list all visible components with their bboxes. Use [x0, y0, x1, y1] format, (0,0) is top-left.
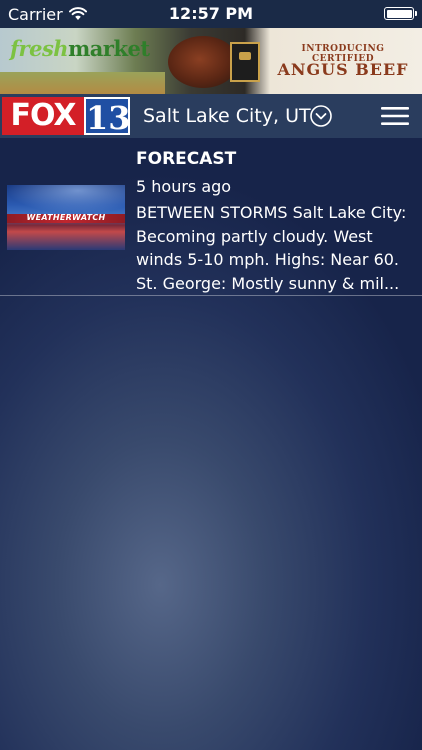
ad-product-text: ANGUS BEEF	[277, 60, 409, 79]
logo-number: 13	[84, 97, 131, 137]
chevron-down-circle-icon[interactable]	[310, 105, 332, 127]
feed-item-time: 5 hours ago	[136, 177, 232, 196]
status-time: 12:57 PM	[168, 4, 254, 23]
thumbnail-label: WEATHERWATCH	[26, 213, 106, 222]
battery-icon	[384, 7, 417, 20]
ad-steak-image	[168, 36, 238, 88]
app-header: FOX 13 Salt Lake City, UT	[0, 94, 422, 138]
ad-brand-logo: freshmarket	[10, 36, 150, 61]
ad-farm-field	[0, 72, 165, 94]
ad-banner[interactable]: freshmarket INTRODUCING CERTIFIED ANGUS …	[0, 28, 422, 94]
feed-item[interactable]: WEATHERWATCH FORECAST 5 hours ago BETWEE…	[0, 138, 422, 296]
battery-level	[386, 9, 412, 18]
status-bar: Carrier 12:57 PM	[0, 0, 422, 28]
ad-certified-badge	[230, 42, 260, 82]
forecast-thumbnail: WEATHERWATCH	[7, 185, 125, 250]
thumbnail-sky	[7, 185, 125, 213]
feed-item-body: BETWEEN STORMS Salt Lake City: Becoming …	[136, 203, 407, 293]
hamburger-menu-icon[interactable]	[381, 106, 409, 126]
location-selector-label[interactable]: Salt Lake City, UT	[143, 105, 311, 127]
fox13-logo[interactable]: FOX 13	[2, 97, 131, 137]
ad-brand-market: market	[68, 36, 150, 61]
logo-fox: FOX	[2, 97, 84, 135]
feed-item-title: FORECAST	[136, 149, 237, 169]
ad-brand-fresh: fresh	[10, 36, 69, 61]
